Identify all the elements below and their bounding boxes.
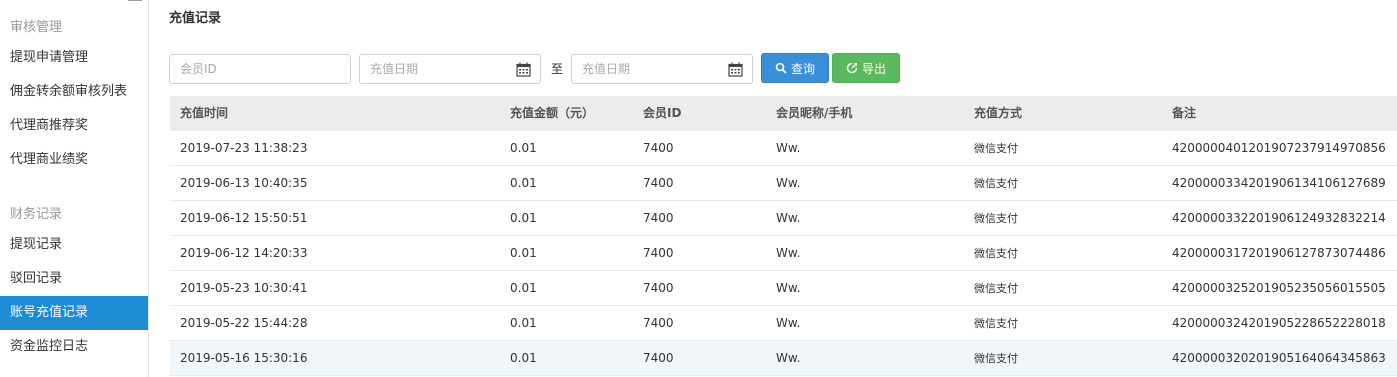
sidebar-item-commission-audit[interactable]: 佣金转余额审核列表 [0, 75, 148, 109]
start-date-field [359, 54, 541, 84]
cell-amount: 0.01 [510, 176, 537, 190]
column-header-method: 充值方式 [974, 106, 1023, 120]
cell-note: 4200000332201906124932832214 [1172, 211, 1386, 225]
table-row[interactable]: 2019-06-12 14:20:33 0.01 7400 Ww. 微信支付 4… [170, 236, 1397, 271]
cell-note: 4200000324201905228652228018 [1172, 316, 1386, 330]
calendar-icon[interactable] [516, 62, 531, 77]
sidebar-item-agent-referral[interactable]: 代理商推荐奖 [0, 109, 148, 143]
cell-amount: 0.01 [510, 351, 537, 365]
sidebar-item-withdraw-apply[interactable]: 提现申请管理 [0, 41, 148, 75]
cell-member-id: 7400 [643, 281, 674, 295]
cell-method: 微信支付 [974, 352, 1018, 365]
cell-member-id: 7400 [643, 351, 674, 365]
page-title: 充值记录 [169, 11, 222, 26]
start-date-input[interactable] [360, 55, 540, 83]
member-id-field [169, 54, 351, 84]
search-icon [775, 62, 787, 74]
cell-note: 4200000325201905235056015505 [1172, 281, 1386, 295]
table-row[interactable]: 2019-05-16 15:30:16 0.01 7400 Ww. 微信支付 4… [170, 341, 1397, 376]
sidebar-item-agent-performance[interactable]: 代理商业绩奖 [0, 143, 148, 177]
sidebar: 审核管理 提现申请管理 佣金转余额审核列表 代理商推荐奖 代理商业绩奖 财务记录… [0, 0, 149, 377]
cell-amount: 0.01 [510, 246, 537, 260]
table-row[interactable]: 2019-06-12 15:50:51 0.01 7400 Ww. 微信支付 4… [170, 201, 1397, 236]
cell-time: 2019-05-22 15:44:28 [180, 316, 308, 330]
cell-time: 2019-06-12 14:20:33 [180, 246, 308, 260]
sidebar-section-finance: 财务记录 [10, 207, 63, 222]
cell-method: 微信支付 [974, 247, 1018, 260]
export-icon [846, 62, 858, 74]
export-button[interactable]: 导出 [832, 53, 900, 83]
cell-amount: 0.01 [510, 316, 537, 330]
sidebar-section-audit: 审核管理 [10, 20, 63, 35]
hamburger-icon[interactable] [128, 0, 142, 6]
cell-amount: 0.01 [510, 211, 537, 225]
cell-note: 4200000334201906134106127689 [1172, 176, 1386, 190]
query-button[interactable]: 查询 [761, 53, 829, 83]
cell-member-id: 7400 [643, 316, 674, 330]
cell-nickname: Ww. [776, 246, 801, 260]
member-id-input[interactable] [170, 55, 350, 83]
cell-method: 微信支付 [974, 212, 1018, 225]
column-header-amount: 充值金额（元） [510, 106, 595, 120]
cell-method: 微信支付 [974, 177, 1018, 190]
column-header-note: 备注 [1172, 106, 1197, 120]
cell-amount: 0.01 [510, 281, 537, 295]
table-row[interactable]: 2019-05-22 15:44:28 0.01 7400 Ww. 微信支付 4… [170, 306, 1397, 341]
cell-time: 2019-06-13 10:40:35 [180, 176, 308, 190]
sidebar-item-recharge-records[interactable]: 账号充值记录 [0, 296, 148, 330]
recharge-table: 充值时间 充值金额（元） 会员ID 会员昵称/手机 充值方式 备注 2019-0… [170, 96, 1397, 376]
cell-nickname: Ww. [776, 141, 801, 155]
cell-method: 微信支付 [974, 317, 1018, 330]
cell-member-id: 7400 [643, 211, 674, 225]
cell-amount: 0.01 [510, 141, 537, 155]
table-header: 充值时间 充值金额（元） 会员ID 会员昵称/手机 充值方式 备注 [170, 96, 1397, 131]
cell-time: 2019-05-16 15:30:16 [180, 351, 308, 365]
end-date-field [571, 54, 753, 84]
cell-member-id: 7400 [643, 176, 674, 190]
cell-note: 4200000317201906127873074486 [1172, 246, 1386, 260]
sidebar-item-withdraw-records[interactable]: 提现记录 [0, 228, 148, 262]
cell-member-id: 7400 [643, 246, 674, 260]
column-header-nickname: 会员昵称/手机 [776, 106, 853, 120]
cell-method: 微信支付 [974, 282, 1018, 295]
export-button-label: 导出 [861, 61, 886, 76]
cell-nickname: Ww. [776, 176, 801, 190]
column-header-time: 充值时间 [180, 106, 229, 120]
cell-member-id: 7400 [643, 141, 674, 155]
table-row[interactable]: 2019-05-23 10:30:41 0.01 7400 Ww. 微信支付 4… [170, 271, 1397, 306]
cell-nickname: Ww. [776, 316, 801, 330]
cell-method: 微信支付 [974, 142, 1018, 155]
cell-time: 2019-06-12 15:50:51 [180, 211, 308, 225]
cell-note: 4200000401201907237914970856 [1172, 141, 1386, 155]
date-range-separator: 至 [551, 62, 564, 76]
cell-nickname: Ww. [776, 351, 801, 365]
sidebar-item-fund-monitor-log[interactable]: 资金监控日志 [0, 330, 148, 364]
table-row[interactable]: 2019-07-23 11:38:23 0.01 7400 Ww. 微信支付 4… [170, 131, 1397, 166]
query-button-label: 查询 [790, 61, 815, 76]
table-row[interactable]: 2019-06-13 10:40:35 0.01 7400 Ww. 微信支付 4… [170, 166, 1397, 201]
cell-time: 2019-05-23 10:30:41 [180, 281, 308, 295]
column-header-member-id: 会员ID [643, 106, 682, 120]
cell-nickname: Ww. [776, 281, 801, 295]
calendar-icon[interactable] [728, 62, 743, 77]
end-date-input[interactable] [572, 55, 752, 83]
cell-nickname: Ww. [776, 211, 801, 225]
cell-time: 2019-07-23 11:38:23 [180, 141, 308, 155]
cell-note: 4200000320201905164064345863 [1172, 351, 1386, 365]
sidebar-item-rejected-records[interactable]: 驳回记录 [0, 262, 148, 296]
